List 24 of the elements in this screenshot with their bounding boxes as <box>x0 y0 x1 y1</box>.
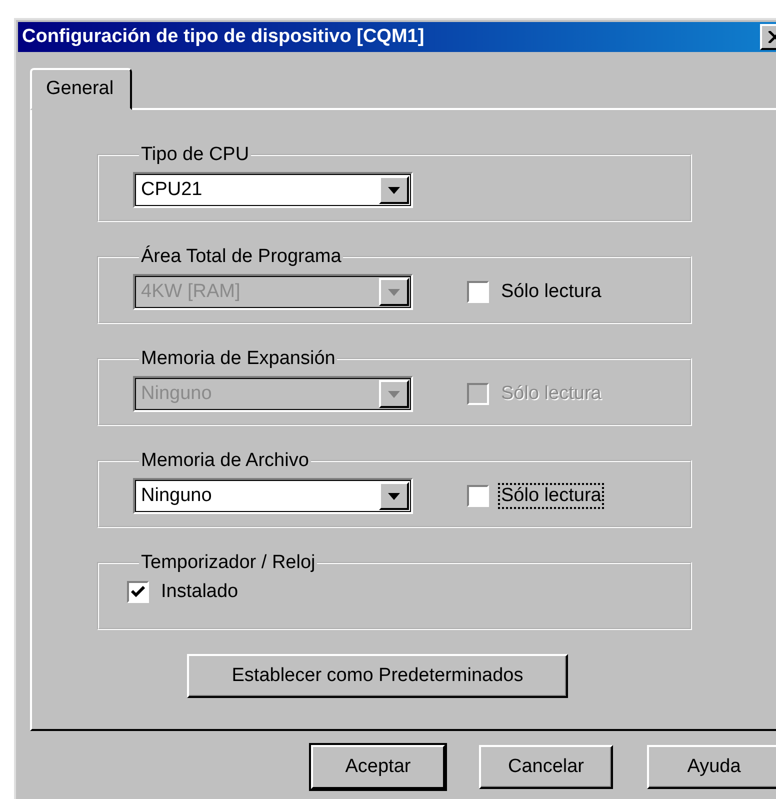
checkbox[interactable] <box>127 581 149 603</box>
dialog-button[interactable]: Ayuda <box>647 745 776 789</box>
window-title: Configuración de tipo de dispositivo [CQM1] <box>22 26 424 48</box>
checkbox-label[interactable]: Sólo lectura <box>499 484 604 508</box>
checkbox-label[interactable]: Sólo lectura <box>499 280 604 304</box>
checkmark-icon <box>131 586 145 598</box>
checkbox[interactable] <box>467 281 489 303</box>
checkbox-label[interactable]: Instalado <box>159 580 240 604</box>
dropdown-arrow-icon <box>388 186 400 194</box>
group-title: Memoria de Archivo <box>140 450 310 472</box>
dropdown[interactable]: CPU21 <box>133 172 413 208</box>
tab[interactable]: General <box>30 68 132 110</box>
group-title: Temporizador / Reloj <box>140 552 316 574</box>
group-title: Tipo de CPU <box>140 144 250 166</box>
dropdown-arrow-icon <box>388 390 400 398</box>
dialog-button[interactable]: Cancelar <box>479 745 613 789</box>
dropdown-arrow-icon <box>388 492 400 500</box>
group-title: Memoria de Expansión <box>140 348 336 370</box>
dropdown-arrow-icon <box>388 288 400 296</box>
dropdown[interactable]: Ninguno <box>133 478 413 514</box>
group-title: Área Total de Programa <box>140 246 342 268</box>
checkbox[interactable] <box>467 485 489 507</box>
set-defaults-button[interactable]: Establecer como Predeterminados <box>187 654 568 698</box>
dialog-button[interactable]: Aceptar <box>311 745 445 789</box>
